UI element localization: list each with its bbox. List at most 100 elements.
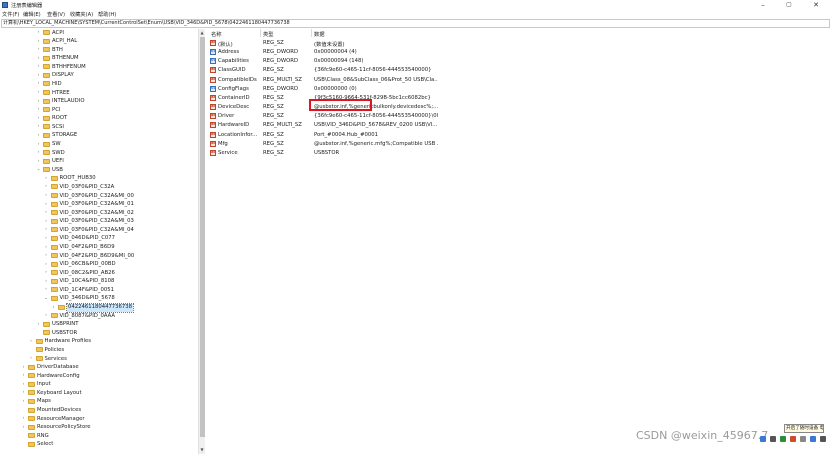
battery-icon[interactable] [780,436,786,442]
value-row[interactable]: Address REG_DWORD 0x00000004 (4) [206,48,831,57]
tree-node[interactable]: › STORAGE [0,132,198,141]
collapse-chevron-icon[interactable]: ⌄ [36,167,41,173]
expand-chevron-icon[interactable]: › [21,425,26,431]
tree-node[interactable]: Policies [0,346,198,355]
value-row[interactable]: (默认) REG_SZ (数值未设置) [206,39,831,48]
tree-node[interactable]: › PCI [0,106,198,115]
expand-chevron-icon[interactable]: › [36,39,41,45]
tree-node[interactable]: › ACPI_HAL [0,38,198,47]
menu-file[interactable]: 文件(F) [2,11,19,18]
tree-node[interactable]: › VID_03F0&PID_C32A&MI_01 [0,201,198,210]
menu-edit[interactable]: 编辑(E) [23,11,41,18]
tree-node[interactable]: › HardwareConfig [0,372,198,381]
tree-node[interactable]: › USBPRINT [0,321,198,330]
expand-chevron-icon[interactable]: › [44,227,49,233]
expand-chevron-icon[interactable]: › [29,356,34,362]
scroll-down-arrow-icon[interactable]: ▼ [199,447,205,453]
value-row[interactable]: Capabilities REG_DWORD 0x00000094 (148) [206,57,831,66]
expand-chevron-icon[interactable]: › [44,210,49,216]
expand-chevron-icon[interactable]: › [51,305,56,311]
tree-node[interactable]: › VID_03F0&PID_C32A&MI_03 [0,218,198,227]
tree-node[interactable]: › Keyboard Layout [0,389,198,398]
tree-node[interactable]: › ROOT_HUB30 [0,175,198,184]
tree-node[interactable]: RNG [0,432,198,441]
tree-node[interactable]: › 0422461180447736738 [0,303,198,313]
column-header-data[interactable]: 数据 [314,30,325,38]
expand-chevron-icon[interactable]: › [21,382,26,388]
tree-node[interactable]: Select [0,441,198,450]
value-row[interactable]: LocationInfor... REG_SZ Port_#0004.Hub_#00… [206,131,831,140]
value-row[interactable]: ContainerIDREG_SZ{9f3c5160-9664-531f-829… [206,94,831,103]
tree-node[interactable]: › VID_03F0&PID_C32A&MI_04 [0,226,198,235]
column-divider[interactable] [260,29,261,37]
expand-chevron-icon[interactable]: › [36,322,41,328]
value-row[interactable]: Mfg REG_SZ @usbstor.inf,%generic.mfg%;Comp… [206,140,831,149]
expand-chevron-icon[interactable]: › [44,193,49,199]
expand-chevron-icon[interactable]: › [21,399,26,405]
expand-chevron-icon[interactable]: › [36,73,41,79]
expand-chevron-icon[interactable]: › [44,262,49,268]
tree-node[interactable]: › VID_1C4F&PID_0051 [0,286,198,295]
tree-node[interactable]: › VID_8087&PID_0AAA [0,312,198,321]
volume-icon[interactable] [770,436,776,442]
expand-chevron-icon[interactable]: › [21,365,26,371]
tree-node[interactable]: › Hardware Profiles [0,338,198,347]
column-divider[interactable] [311,29,312,37]
tree-node[interactable]: › Services [0,355,198,364]
tree-node[interactable]: › DISPLAY [0,72,198,81]
tree-node[interactable]: MountedDevices [0,407,198,416]
security-icon[interactable] [790,436,796,442]
value-row[interactable]: ConfigFlags REG_DWORD 0x00000000 (0) [206,85,831,94]
usb-device-icon[interactable] [810,436,816,442]
value-row[interactable]: HardwareID REG_MULTI_SZ USB\VID_346D&PID_5… [206,121,831,130]
tree-node[interactable]: › VID_03F0&PID_C32A [0,183,198,192]
expand-chevron-icon[interactable]: › [36,56,41,62]
value-row[interactable]: Driver REG_SZ {36fc9e60-c465-11cf-8056-444… [206,112,831,121]
tree-node[interactable]: › ROOT [0,115,198,124]
tree-node[interactable]: › VID_10C4&PID_8108 [0,278,198,287]
notification-icon[interactable] [820,436,826,442]
expand-chevron-icon[interactable]: › [44,245,49,251]
expand-chevron-icon[interactable]: › [36,133,41,139]
expand-chevron-icon[interactable]: › [36,142,41,148]
tree-node[interactable]: › ResourcePolicyStore [0,424,198,433]
maximize-button[interactable]: ▢ [776,0,802,10]
expand-chevron-icon[interactable]: › [36,99,41,105]
tree-node[interactable]: › Maps [0,398,198,407]
tree-node[interactable]: › BTHENUM [0,55,198,64]
expand-chevron-icon[interactable]: › [21,373,26,379]
expand-chevron-icon[interactable]: › [29,339,34,345]
tree-node[interactable]: › SWD [0,149,198,158]
tree-node[interactable]: USBSTOR [0,329,198,338]
scrollbar-thumb[interactable] [200,37,205,437]
expand-chevron-icon[interactable]: › [36,47,41,53]
tree-node[interactable]: › ResourceManager [0,415,198,424]
tree-scrollbar[interactable]: ▲ ▼ [198,29,205,454]
collapse-chevron-icon[interactable]: ⌄ [44,296,49,302]
expand-chevron-icon[interactable]: › [44,236,49,242]
close-button[interactable]: ✕ [803,0,829,10]
tree-node[interactable]: › VID_08C2&PID_AB26 [0,269,198,278]
tree-node[interactable]: › VID_04F2&PID_B6D9&MI_00 [0,252,198,261]
tree-node[interactable]: › VID_046D&PID_C077 [0,235,198,244]
menu-view[interactable]: 查看(V) [47,11,65,18]
expand-chevron-icon[interactable]: › [44,287,49,293]
expand-chevron-icon[interactable]: › [44,219,49,225]
tree-node[interactable]: › Input [0,381,198,390]
menu-favorites[interactable]: 收藏夹(A) [70,11,93,18]
tree-node[interactable]: › VID_03F0&PID_C32A&MI_02 [0,209,198,218]
expand-chevron-icon[interactable]: › [36,90,41,96]
expand-chevron-icon[interactable]: › [44,253,49,259]
tree-node[interactable]: › HTREE [0,89,198,98]
expand-chevron-icon[interactable]: › [44,184,49,190]
tree-node[interactable]: › INTELAUDIO [0,98,198,107]
expand-chevron-icon[interactable]: › [21,416,26,422]
tree-node[interactable]: › VID_04F2&PID_B6D9 [0,244,198,253]
tree-node[interactable]: › ACPI [0,29,198,38]
tree-node[interactable]: › BTH [0,46,198,55]
expand-chevron-icon[interactable]: › [44,279,49,285]
tree-node[interactable]: › BTHHFENUM [0,63,198,72]
expand-chevron-icon[interactable]: › [21,390,26,396]
value-row[interactable]: ClassGUID REG_SZ {36fc9e60-c465-11cf-8056-… [206,66,831,75]
address-bar[interactable]: 计算机\HKEY_LOCAL_MACHINE\SYSTEM\CurrentCon… [1,19,830,28]
